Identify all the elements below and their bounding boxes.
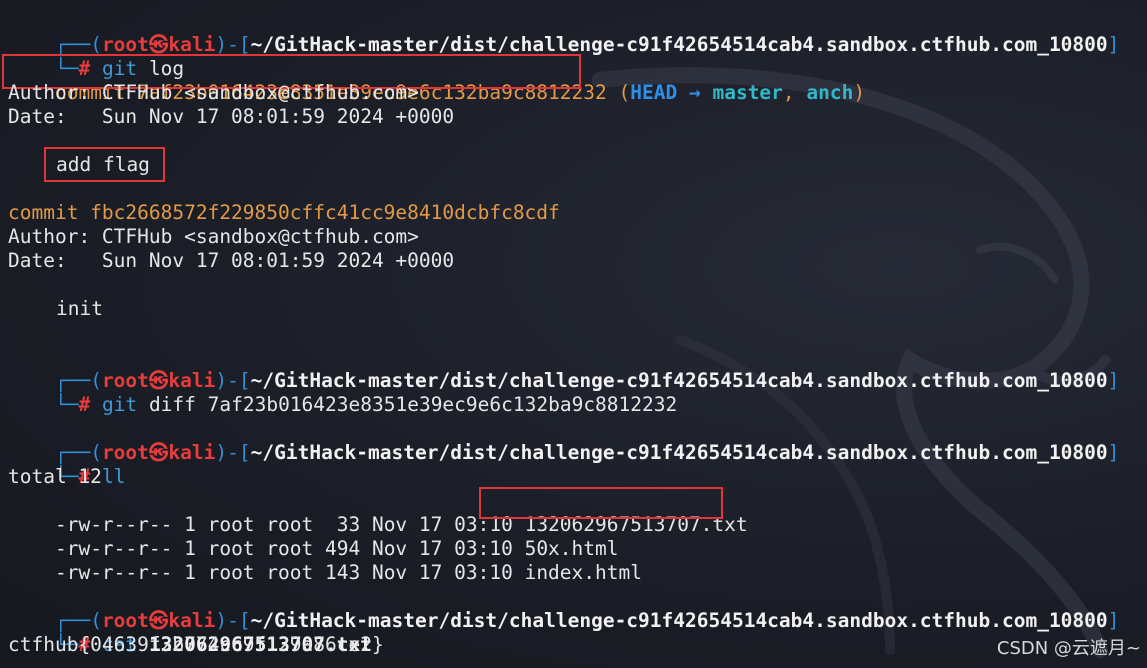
ref-master: master (712, 81, 783, 104)
prompt-line: ┌──(root㉿kali)-[~/GitHack-master/dist/ch… (8, 585, 1119, 632)
commit-hash-2: commit fbc2668572f229850cffc41cc9e8410dc… (8, 201, 560, 224)
command-name: ll (101, 465, 126, 488)
prompt-frame-close: ] (1107, 441, 1120, 464)
prompt-line: ┌──(root㉿kali)-[~/GitHack-master/dist/ch… (8, 9, 1119, 56)
skull-icon: ㉿ (148, 441, 169, 464)
command-args: diff 7af23b016423e8351e39ec9e6c132ba9c88… (148, 393, 678, 416)
file-row: -rw-r--r-- 1 root root 494 Nov 17 03:10 … (8, 513, 619, 560)
prompt-corner: └─ (54, 393, 79, 416)
author-line-2: Author: CTFHub <sandbox@ctfhub.com> (8, 225, 419, 248)
command-line[interactable]: └─# git diff 7af23b016423e8351e39ec9e6c1… (8, 369, 677, 416)
prompt-path: ~/GitHack-master/dist/challenge-c91f4265… (250, 33, 1108, 56)
prompt-line: ┌──(root㉿kali)-[~/GitHack-master/dist/ch… (8, 417, 1119, 464)
file-name: index.html (524, 561, 642, 584)
commit-message-2: init (56, 297, 103, 320)
prompt-frame-close: ] (1107, 609, 1120, 632)
file-meta: -rw-r--r-- 1 root root 143 Nov 17 03:10 (54, 561, 525, 584)
ref-sep: , (782, 81, 795, 104)
prompt-host: kali (168, 441, 216, 464)
prompt-frame-close: ] (1107, 33, 1120, 56)
prompt-path: ~/GitHack-master/dist/challenge-c91f4265… (250, 609, 1108, 632)
command-name: git (101, 393, 138, 416)
listing-total: total 12 (8, 465, 102, 488)
prompt-line: ┌──(root㉿kali)-[~/GitHack-master/dist/ch… (8, 345, 1119, 392)
prompt-frame-mid: )-[ (215, 441, 251, 464)
prompt-frame-mid: )-[ (215, 33, 251, 56)
command-line[interactable]: └─# cat 132062967513707.txt (8, 609, 372, 656)
date-line-2: Date: Sun Nov 17 08:01:59 2024 +0000 (8, 249, 455, 272)
csdn-watermark: CSDN @云遮月~ (996, 638, 1141, 659)
command-line[interactable]: └─# ll (8, 441, 125, 488)
ref-arrow: → (688, 81, 701, 104)
prompt-hash: # (78, 393, 91, 416)
refs-open: ( (618, 81, 631, 104)
author-line: Author: CTFHub <sandbox@ctfhub.com> (8, 81, 419, 104)
prompt-path: ~/GitHack-master/dist/challenge-c91f4265… (250, 441, 1108, 464)
ref-anch: anch (806, 81, 854, 104)
file-row: -rw-r--r-- 1 root root 143 Nov 17 03:10 … (8, 537, 642, 584)
highlight-box-message (44, 147, 165, 182)
date-line: Date: Sun Nov 17 08:01:59 2024 +0000 (8, 105, 455, 128)
ref-head: HEAD (630, 81, 678, 104)
prompt-frame-close: ] (1107, 369, 1120, 392)
flag-output: ctfhub{04639f2b774cc9f129a86ce2} (8, 633, 384, 656)
terminal-window[interactable]: ┌──(root㉿kali)-[~/GitHack-master/dist/ch… (0, 0, 1147, 668)
refs-close: ) (853, 81, 866, 104)
